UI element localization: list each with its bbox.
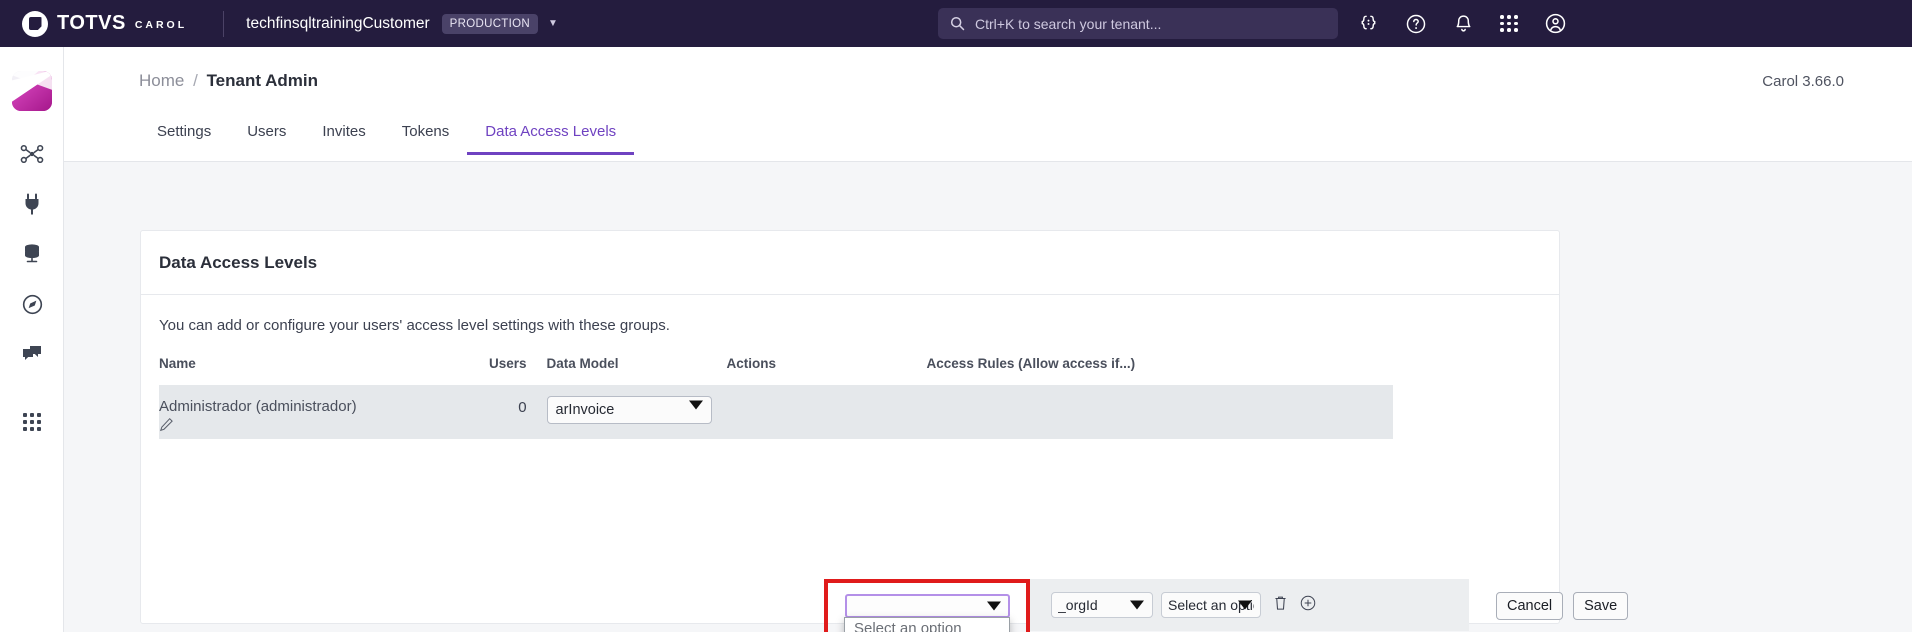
column-header-users: Users xyxy=(489,356,527,371)
users-count: 0 xyxy=(518,399,527,416)
left-sidebar xyxy=(0,47,64,632)
data-access-levels-card: Data Access Levels You can add or config… xyxy=(140,230,1629,632)
actions-select[interactable] xyxy=(845,594,1010,618)
brand-totvs-text: TOTVS xyxy=(57,12,126,34)
main-content: Home / Tenant Admin Carol 3.66.0 Setting… xyxy=(64,47,1912,632)
help-circle-icon[interactable] xyxy=(1405,13,1427,35)
rule-field-select-wrap: _orgId xyxy=(1051,592,1153,618)
totvs-mark-icon xyxy=(22,10,48,37)
cell-actions xyxy=(726,385,927,439)
sidebar-item-apps[interactable] xyxy=(0,397,64,447)
page-title: Tenant Admin xyxy=(206,71,319,90)
row-action-buttons: Cancel Save xyxy=(1496,592,1629,620)
column-header-actions: Actions xyxy=(726,356,777,371)
search-input[interactable]: Ctrl+K to search your tenant... xyxy=(938,8,1338,39)
cell-access-rules xyxy=(926,385,1393,439)
carol-version-label: Carol 3.66.0 xyxy=(1762,73,1844,90)
sidebar-item-workspace-logo[interactable] xyxy=(11,71,52,111)
card-header: Data Access Levels xyxy=(141,231,1559,295)
bell-icon[interactable] xyxy=(1453,13,1474,35)
tenant-name: techfinsqltrainingCustomer xyxy=(246,14,430,32)
pencil-icon[interactable] xyxy=(159,417,489,437)
breadcrumb-separator: / xyxy=(193,71,198,90)
data-access-levels-table: Name Users Data Model Actions Access Rul… xyxy=(159,356,1543,439)
search-placeholder: Ctrl+K to search your tenant... xyxy=(975,15,1162,32)
option-select-an-option[interactable]: Select an option xyxy=(845,619,1009,632)
access-level-name: Administrador (administrador) xyxy=(159,398,357,415)
apps-grid-icon[interactable] xyxy=(1500,15,1518,32)
tab-invites[interactable]: Invites xyxy=(304,123,383,152)
chat-bubbles-icon xyxy=(23,346,41,360)
nodes-connector-icon xyxy=(20,144,44,164)
top-navigation-bar: TOTVS CAROL techfinsqltrainingCustomer P… xyxy=(0,0,1912,47)
cell-data-model: arInvoice xyxy=(536,385,727,439)
table-header-row: Name Users Data Model Actions Access Rul… xyxy=(159,356,1543,385)
cell-users: 0 xyxy=(489,385,537,439)
grid-dots-icon xyxy=(23,413,41,431)
sidebar-item-pipelines[interactable] xyxy=(0,129,64,179)
data-model-select[interactable]: arInvoice xyxy=(546,396,712,424)
top-bar-icon-group xyxy=(1358,0,1567,47)
column-header-access-rules: Access Rules (Allow access if...) xyxy=(926,356,1136,371)
plug-icon xyxy=(25,193,39,215)
chevron-down-icon xyxy=(987,601,1001,611)
environment-badge[interactable]: PRODUCTION xyxy=(441,13,538,34)
cell-buttons xyxy=(1393,385,1543,439)
page-background: Data Access Levels You can add or config… xyxy=(64,162,1912,632)
code-braces-icon[interactable] xyxy=(1358,13,1379,34)
cancel-button[interactable]: Cancel xyxy=(1496,592,1564,620)
top-divider xyxy=(223,10,225,37)
card-body: You can add or configure your users' acc… xyxy=(141,295,1559,439)
user-account-icon[interactable] xyxy=(1544,12,1567,35)
table-row: Administrador (administrador) 0 arInvoic… xyxy=(159,385,1543,439)
tab-data-access-levels[interactable]: Data Access Levels xyxy=(467,123,635,155)
sidebar-item-data-models[interactable] xyxy=(0,229,64,279)
rule-operator-select-wrap: Select an option xyxy=(1161,592,1261,618)
sidebar-item-connectors[interactable] xyxy=(0,179,64,229)
actions-option-list: Select an option Read Create Update Dele… xyxy=(844,617,1010,632)
brand-carol-text: CAROL xyxy=(134,19,188,31)
tab-tokens[interactable]: Tokens xyxy=(384,123,468,152)
plus-circle-icon[interactable] xyxy=(1300,595,1316,616)
card-description: You can add or configure your users' acc… xyxy=(159,317,670,334)
column-header-data-model: Data Model xyxy=(546,356,619,371)
tab-bar: Settings Users Invites Tokens Data Acces… xyxy=(139,123,635,165)
save-button[interactable]: Save xyxy=(1573,592,1629,620)
cell-name: Administrador (administrador) xyxy=(159,385,489,439)
column-header-name: Name xyxy=(159,356,196,371)
breadcrumb: Home / Tenant Admin xyxy=(139,71,318,91)
sidebar-item-chat[interactable] xyxy=(0,329,64,379)
trash-icon[interactable] xyxy=(1273,595,1288,616)
sidebar-item-explore[interactable] xyxy=(0,279,64,329)
rule-operator-select[interactable]: Select an option xyxy=(1161,592,1261,618)
card-title: Data Access Levels xyxy=(159,252,318,272)
breadcrumb-home[interactable]: Home xyxy=(139,71,184,90)
database-icon xyxy=(25,244,39,263)
access-rules-group: _orgId Select an option xyxy=(1029,579,1469,631)
rule-field-select[interactable]: _orgId xyxy=(1051,592,1153,618)
search-icon xyxy=(950,16,965,31)
totvs-carol-logo[interactable]: TOTVS CAROL xyxy=(22,10,188,37)
chevron-down-icon[interactable]: ▼ xyxy=(548,18,558,29)
column-header-buttons xyxy=(1393,356,1543,385)
compass-icon xyxy=(22,294,42,314)
tab-settings[interactable]: Settings xyxy=(139,123,229,152)
tab-users[interactable]: Users xyxy=(229,123,304,152)
